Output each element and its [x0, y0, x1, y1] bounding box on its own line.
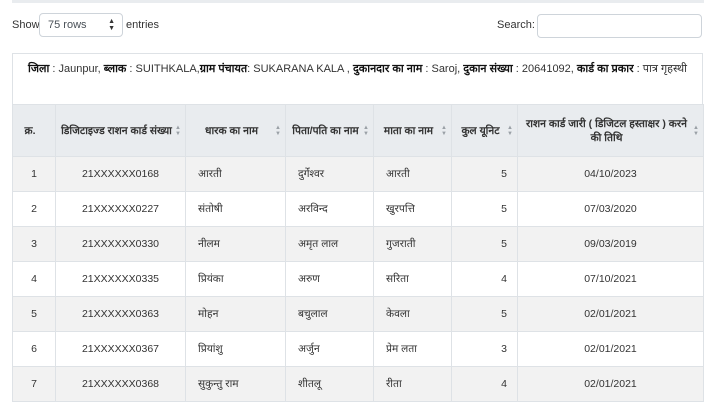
cell-sno: 2	[12, 191, 56, 227]
cell-total-units: 3	[451, 331, 518, 367]
cell-holder-name: नीलम	[185, 226, 286, 262]
table-row: 2 21XXXXXX0227 संतोषी अरविन्द खुरपत्ति 5 07/03…	[12, 191, 704, 227]
sort-icon: ▲ ▼	[363, 125, 369, 137]
cell-sno: 7	[12, 366, 56, 402]
column-header-mother-name[interactable]: माता का नाम ▲ ▼	[373, 104, 452, 157]
cell-card-number: 21XXXXXX0330	[55, 226, 186, 262]
sort-icon: ▲ ▼	[441, 125, 447, 137]
search-input[interactable]	[537, 14, 702, 38]
cell-issue-date: 07/03/2020	[517, 191, 704, 227]
rows-per-page-select[interactable]: 75 rows ▲ ▼	[39, 13, 123, 37]
cell-mother-name: आरती	[373, 156, 452, 192]
sort-icon: ▲ ▼	[275, 125, 281, 137]
column-header-card-number[interactable]: डिजिटाइज्ड राशन कार्ड संख्या ▲ ▼	[55, 104, 186, 157]
cell-father-name: अर्जुन	[285, 331, 374, 367]
column-header-sno[interactable]: क्र.	[12, 104, 56, 157]
cell-holder-name: सुकुन्तु राम	[185, 366, 286, 402]
shop-label: दुकान संख्या	[463, 63, 513, 75]
table-row: 7 21XXXXXX0368 सुकुन्तु राम शीतलू रीता 4 02/01…	[12, 366, 704, 402]
district-label: जिला	[28, 63, 50, 75]
rows-per-page-value: 75 rows	[48, 19, 87, 31]
district-value: : Jaunpur,	[49, 63, 104, 75]
panchayat-value: : SUKARANA KALA ,	[247, 63, 353, 75]
cell-father-name: बचुलाल	[285, 296, 374, 332]
cell-issue-date: 07/10/2021	[517, 261, 704, 297]
cell-card-number: 21XXXXXX0168	[55, 156, 186, 192]
cell-mother-name: केवला	[373, 296, 452, 332]
column-header-holder-name[interactable]: धारक का नाम ▲ ▼	[185, 104, 286, 157]
cell-sno: 4	[12, 261, 56, 297]
card-type-value: : पात्र गृहस्थी	[633, 63, 687, 75]
panchayat-label: ग्राम पंचायत	[199, 63, 248, 75]
entries-label: entries	[126, 19, 160, 31]
cell-father-name: शीतलू	[285, 366, 374, 402]
cell-sno: 6	[12, 331, 56, 367]
cell-card-number: 21XXXXXX0367	[55, 331, 186, 367]
cell-holder-name: प्रियांशु	[185, 331, 286, 367]
cell-card-number: 21XXXXXX0363	[55, 296, 186, 332]
cell-holder-name: आरती	[185, 156, 286, 192]
cell-total-units: 5	[451, 191, 518, 227]
sort-icon: ▲ ▼	[693, 125, 699, 137]
block-label: ब्लाक	[103, 63, 127, 75]
ration-card-table: क्र. डिजिटाइज्ड राशन कार्ड संख्या ▲ ▼ धारक…	[12, 104, 704, 402]
cell-sno: 5	[12, 296, 56, 332]
cell-card-number: 21XXXXXX0368	[55, 366, 186, 402]
cell-total-units: 4	[451, 261, 518, 297]
ration-card-info-header: जिला : Jaunpur, ब्लाक : SUITHKALA,ग्राम …	[12, 53, 703, 104]
cell-mother-name: रीता	[373, 366, 452, 402]
column-header-father-name[interactable]: पिता/पति का नाम ▲ ▼	[285, 104, 374, 157]
cell-mother-name: गुजराती	[373, 226, 452, 262]
cell-mother-name: खुरपत्ति	[373, 191, 452, 227]
table-row: 4 21XXXXXX0335 प्रियंका अरुण सरिता 4 07/10/202…	[12, 261, 704, 297]
column-header-issue-date[interactable]: राशन कार्ड जारी ( डिजिटल हस्ताक्षर ) करन…	[517, 104, 704, 157]
table-controls: Show 75 rows ▲ ▼ entries Search:	[12, 12, 704, 40]
cell-holder-name: प्रियंका	[185, 261, 286, 297]
top-divider	[12, 0, 704, 3]
table-row: 5 21XXXXXX0363 मोहन बचुलाल केवला 5 02/01/2021	[12, 296, 704, 332]
cell-issue-date: 02/01/2021	[517, 366, 704, 402]
dealer-label: दुकानदार का नाम	[352, 63, 423, 75]
cell-total-units: 4	[451, 366, 518, 402]
table-row: 3 21XXXXXX0330 नीलम अमृत लाल गुजराती 5 09/03/2…	[12, 226, 704, 262]
cell-total-units: 5	[451, 296, 518, 332]
sort-icon: ▲ ▼	[507, 125, 513, 137]
table-header-row: क्र. डिजिटाइज्ड राशन कार्ड संख्या ▲ ▼ धारक…	[12, 104, 704, 157]
cell-holder-name: संतोषी	[185, 191, 286, 227]
cell-father-name: अरुण	[285, 261, 374, 297]
cell-father-name: अरविन्द	[285, 191, 374, 227]
cell-mother-name: सरिता	[373, 261, 452, 297]
cell-total-units: 5	[451, 226, 518, 262]
table-row: 1 21XXXXXX0168 आरती दुर्गेश्वर आरती 5 04/10/20…	[12, 156, 704, 192]
cell-total-units: 5	[451, 156, 518, 192]
block-value: : SUITHKALA,	[126, 63, 200, 75]
cell-issue-date: 09/03/2019	[517, 226, 704, 262]
cell-card-number: 21XXXXXX0227	[55, 191, 186, 227]
sort-icon: ▲ ▼	[175, 125, 181, 137]
cell-father-name: दुर्गेश्वर	[285, 156, 374, 192]
select-updown-icon: ▲ ▼	[108, 18, 115, 32]
dealer-value: : Saroj,	[422, 63, 464, 75]
cell-card-number: 21XXXXXX0335	[55, 261, 186, 297]
column-header-total-units[interactable]: कुल यूनिट ▲ ▼	[451, 104, 518, 157]
show-label: Show	[12, 19, 40, 31]
cell-issue-date: 02/01/2021	[517, 331, 704, 367]
table-row: 6 21XXXXXX0367 प्रियांशु अर्जुन प्रेम लता 3 02…	[12, 331, 704, 367]
cell-holder-name: मोहन	[185, 296, 286, 332]
search-label: Search:	[497, 19, 535, 31]
cell-issue-date: 04/10/2023	[517, 156, 704, 192]
card-type-label: कार्ड का प्रकार	[576, 63, 634, 75]
cell-issue-date: 02/01/2021	[517, 296, 704, 332]
cell-sno: 1	[12, 156, 56, 192]
table-body: 1 21XXXXXX0168 आरती दुर्गेश्वर आरती 5 04/10/20…	[12, 156, 704, 402]
cell-mother-name: प्रेम लता	[373, 331, 452, 367]
cell-sno: 3	[12, 226, 56, 262]
shop-value: : 20641092,	[512, 63, 577, 75]
cell-father-name: अमृत लाल	[285, 226, 374, 262]
